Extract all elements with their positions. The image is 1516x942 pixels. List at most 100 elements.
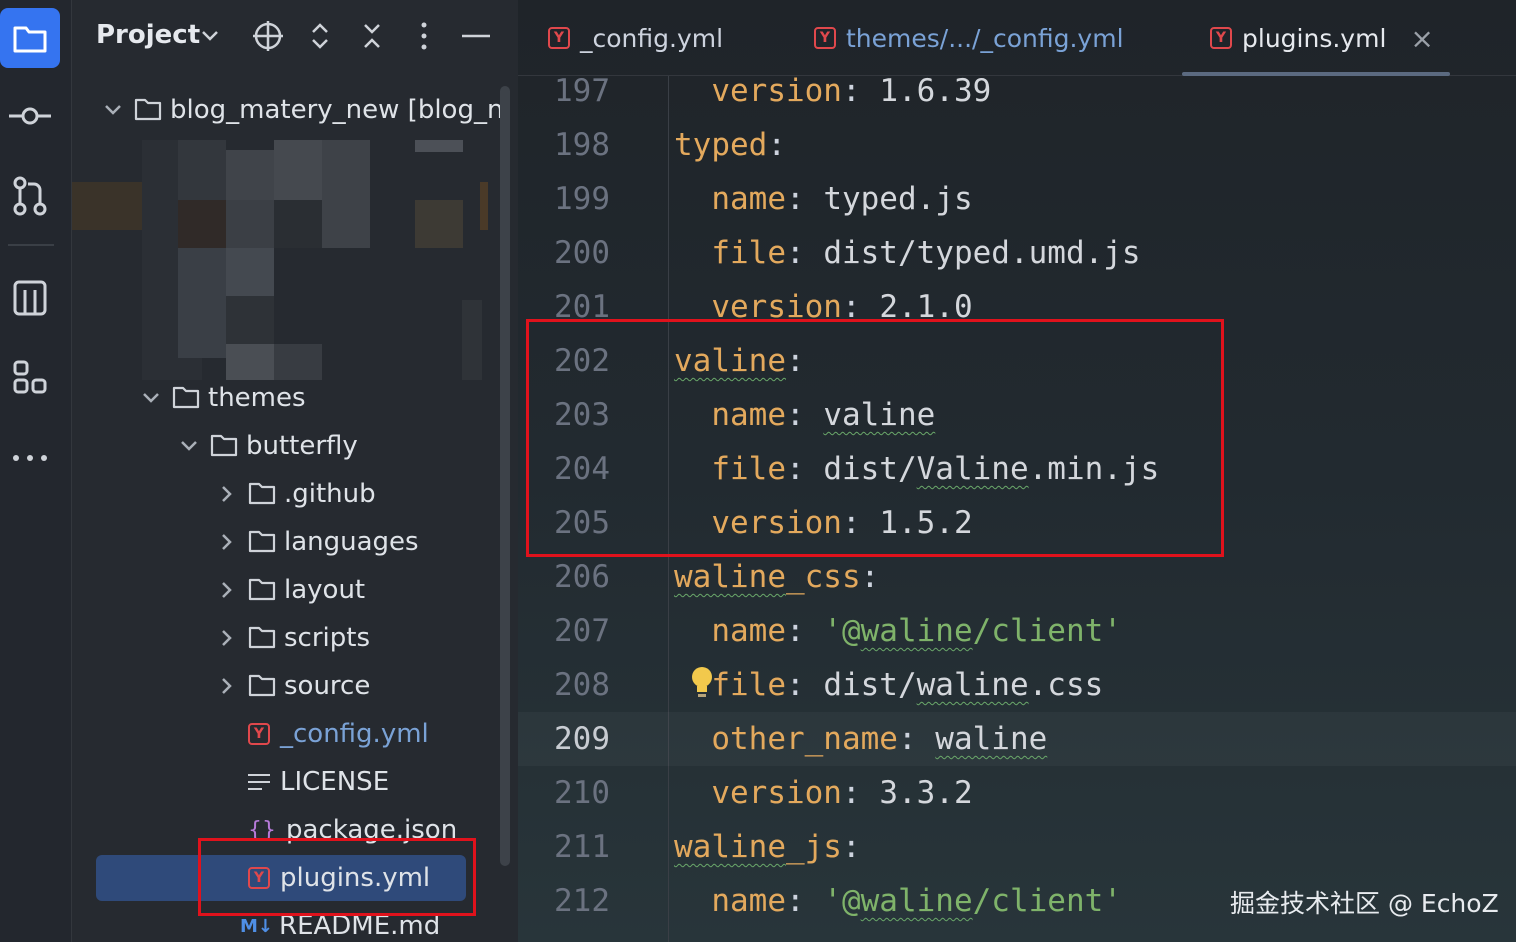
- crosshair-icon[interactable]: [252, 20, 284, 52]
- yaml-file-icon: Y: [548, 27, 570, 49]
- more-horizontal-icon: [13, 455, 47, 461]
- structure-tool-button[interactable]: [0, 268, 60, 328]
- tab-plugins[interactable]: Y plugins.yml ×: [1210, 18, 1434, 58]
- expand-all-icon[interactable]: [304, 20, 336, 52]
- tree-item-github[interactable]: .github: [214, 472, 376, 516]
- chevron-down-icon[interactable]: [138, 392, 164, 404]
- code-text: name: '@waline/client': [674, 883, 1122, 919]
- redacted-area: [72, 140, 518, 380]
- code-text: file: dist/waline.css: [674, 667, 1104, 703]
- code-text: version: 3.3.2: [674, 775, 973, 811]
- line-number: 207: [554, 613, 610, 649]
- code-line[interactable]: 199 name: typed.js: [518, 172, 1516, 226]
- activity-separator: [8, 244, 54, 246]
- chevron-down-icon[interactable]: [194, 20, 226, 52]
- tree-item-label: butterfly: [246, 431, 358, 461]
- close-icon[interactable]: ×: [1410, 22, 1433, 55]
- code-line[interactable]: 200 file: dist/typed.umd.js: [518, 226, 1516, 280]
- lightbulb-icon[interactable]: [690, 666, 714, 700]
- code-text: name: '@waline/client': [674, 613, 1122, 649]
- folder-icon: [248, 577, 276, 603]
- collapse-all-icon[interactable]: [356, 20, 388, 52]
- folder-icon: [248, 625, 276, 651]
- folder-icon: [248, 481, 276, 507]
- tree-item-label: .github: [284, 479, 376, 509]
- chevron-right-icon[interactable]: [214, 677, 240, 695]
- chevron-right-icon[interactable]: [214, 533, 240, 551]
- tree-item-label: scripts: [284, 623, 370, 653]
- text-file-icon: [248, 773, 270, 791]
- valine-highlight-box: [526, 319, 1224, 557]
- chevron-down-icon: [100, 104, 126, 116]
- line-number: 208: [554, 667, 610, 703]
- tree-item-label: languages: [284, 527, 419, 557]
- tree-scrollbar[interactable]: [500, 86, 510, 866]
- code-line[interactable]: 209 other_name: waline: [518, 712, 1516, 766]
- project-panel-header: Project: [72, 0, 518, 72]
- options-vertical-icon[interactable]: [408, 20, 440, 52]
- code-line[interactable]: 211 waline_js:: [518, 820, 1516, 874]
- line-number: 212: [554, 883, 610, 919]
- minimize-icon[interactable]: [460, 20, 492, 52]
- project-title[interactable]: Project: [96, 20, 200, 50]
- tree-item-config-yml[interactable]: Y _config.yml: [214, 712, 429, 756]
- tree-item-label: layout: [284, 575, 366, 605]
- chevron-down-icon[interactable]: [176, 440, 202, 452]
- tab-config[interactable]: Y _config.yml: [548, 18, 723, 58]
- folder-icon: [13, 26, 47, 53]
- code-line[interactable]: 208 file: dist/waline.css: [518, 658, 1516, 712]
- code-line[interactable]: 198 typed:: [518, 118, 1516, 172]
- structure-icon: [13, 280, 47, 316]
- tree-item-label: LICENSE: [280, 767, 390, 797]
- yaml-file-icon: Y: [248, 723, 270, 745]
- markdown-file-icon: M↓: [240, 915, 273, 937]
- tree-item-themes[interactable]: themes: [138, 376, 306, 420]
- chevron-right-icon[interactable]: [214, 485, 240, 503]
- commit-tool-button[interactable]: [0, 86, 60, 146]
- tab-theme-config[interactable]: Y themes/.../_config.yml: [814, 18, 1124, 58]
- code-text: file: dist/typed.umd.js: [674, 235, 1141, 271]
- code-line[interactable]: 207 name: '@waline/client': [518, 604, 1516, 658]
- plugins-highlight-box: [198, 838, 476, 916]
- folder-icon: [248, 529, 276, 555]
- pull-request-icon: [13, 176, 47, 216]
- tree-item-scripts[interactable]: scripts: [214, 616, 370, 660]
- code-text: version: 1.6.39: [674, 73, 992, 109]
- code-line[interactable]: 197 version: 1.6.39: [518, 64, 1516, 118]
- tree-item-butterfly[interactable]: butterfly: [176, 424, 358, 468]
- code-line[interactable]: 206 waline_css:: [518, 550, 1516, 604]
- grid-icon: [13, 360, 47, 394]
- more-tools-button[interactable]: [0, 428, 60, 488]
- chevron-right-icon[interactable]: [214, 581, 240, 599]
- line-number: 206: [554, 559, 610, 595]
- yaml-file-icon: Y: [1210, 27, 1232, 49]
- tree-root-label: blog_matery_new [blog_n: [170, 95, 504, 125]
- tree-item-license[interactable]: LICENSE: [214, 760, 389, 804]
- chevron-right-icon[interactable]: [214, 629, 240, 647]
- folder-icon: [134, 97, 162, 123]
- tab-label: themes/.../_config.yml: [846, 23, 1124, 53]
- tree-item-layout[interactable]: layout: [214, 568, 365, 612]
- folder-icon: [210, 433, 238, 459]
- pull-requests-tool-button[interactable]: [0, 166, 60, 226]
- tab-label: plugins.yml: [1242, 23, 1387, 53]
- line-number: 200: [554, 235, 610, 271]
- code-line[interactable]: 210 version: 3.3.2: [518, 766, 1516, 820]
- folder-icon: [172, 385, 200, 411]
- code-text: typed:: [674, 127, 786, 163]
- code-text: waline_js:: [674, 829, 861, 865]
- tree-item-languages[interactable]: languages: [214, 520, 419, 564]
- code-text: waline_css:: [674, 559, 880, 595]
- code-text: name: typed.js: [674, 181, 973, 217]
- activity-bar: [0, 0, 72, 942]
- tree-item-label: _config.yml: [280, 719, 429, 749]
- tree-item-source[interactable]: source: [214, 664, 370, 708]
- line-number: 198: [554, 127, 610, 163]
- editor: Y _config.yml Y themes/.../_config.yml Y…: [518, 0, 1516, 942]
- project-panel: Project blog_matery_new [blog_n themes b…: [72, 0, 518, 942]
- line-number: 211: [554, 829, 610, 865]
- services-tool-button[interactable]: [0, 348, 60, 408]
- tree-item-label: themes: [208, 383, 306, 413]
- project-tool-button[interactable]: [0, 8, 60, 68]
- tree-root[interactable]: blog_matery_new [blog_n: [100, 88, 503, 132]
